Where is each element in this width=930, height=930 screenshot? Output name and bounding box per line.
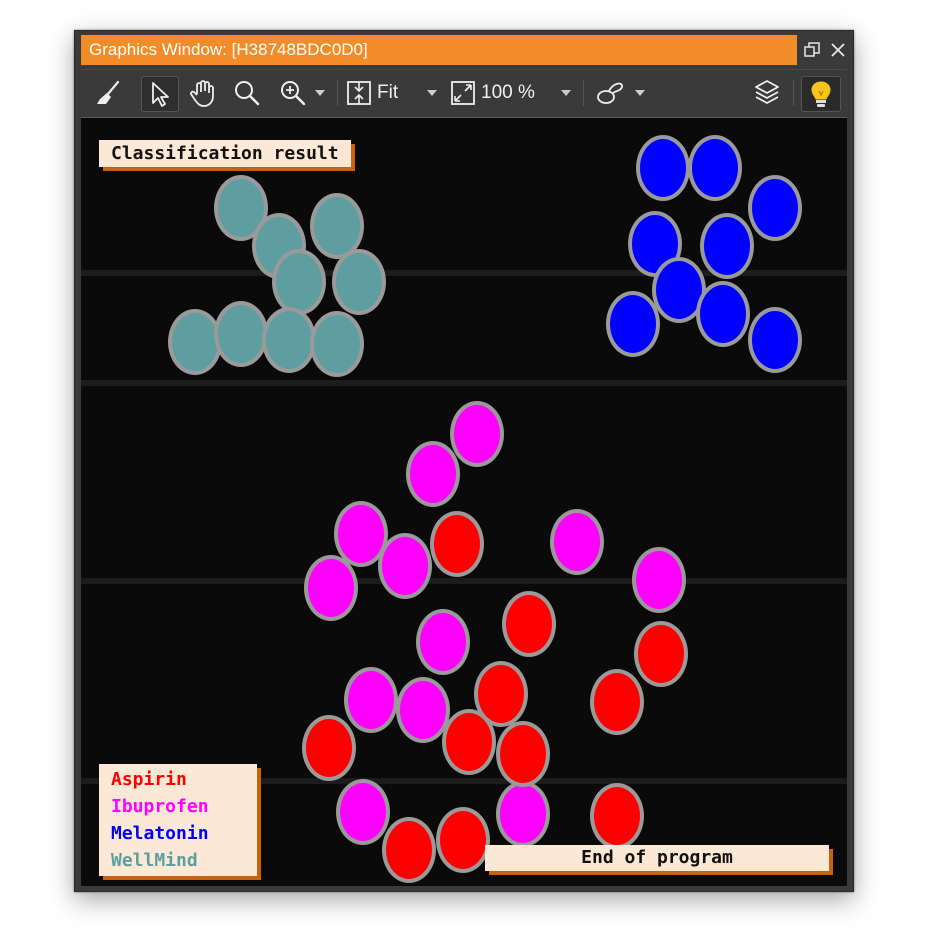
window-title: Graphics Window: [H38748BDC0D0] <box>89 40 368 59</box>
pill-wellmind <box>266 311 312 369</box>
lightbulb-icon[interactable] <box>801 76 841 112</box>
pill-melatonin <box>704 217 750 275</box>
pill-melatonin <box>610 295 656 353</box>
pill-melatonin <box>640 139 686 197</box>
restore-icon[interactable] <box>801 39 823 61</box>
pill-ibuprofen <box>636 551 682 609</box>
pill-melatonin <box>700 285 746 343</box>
pill-wellmind <box>314 315 360 373</box>
pill-aspirin <box>446 713 492 771</box>
pill-ibuprofen <box>420 613 466 671</box>
zoom-level-label: 100 % <box>481 82 535 103</box>
legend-melatonin: Melatonin <box>111 823 209 844</box>
pill-melatonin <box>692 139 738 197</box>
zoom-level-button[interactable]: 100 % <box>449 76 549 110</box>
fit-icon <box>347 81 371 105</box>
end-of-program-text: End of program <box>581 847 733 868</box>
fit-button[interactable]: Fit <box>345 76 415 110</box>
pill-wellmind <box>218 305 264 363</box>
graphics-window: Graphics Window: [H38748BDC0D0] Fit 100 … <box>74 30 854 892</box>
legend-wellmind: WellMind <box>111 850 198 871</box>
zoom-in-icon[interactable] <box>275 76 311 110</box>
toolbar: Fit 100 % <box>81 69 847 116</box>
pill-aspirin <box>594 787 640 845</box>
pill-aspirin <box>440 811 486 869</box>
title-bar[interactable]: Graphics Window: [H38748BDC0D0] <box>81 35 847 65</box>
actual-size-icon <box>451 81 475 105</box>
pill-ibuprofen <box>400 681 446 739</box>
pill-ibuprofen <box>410 445 456 503</box>
legend: Aspirin Ibuprofen Melatonin WellMind <box>99 764 257 876</box>
pan-hand-icon[interactable] <box>185 76 221 110</box>
pill-ibuprofen <box>348 671 394 729</box>
pill-ibuprofen <box>338 505 384 563</box>
pill-ibuprofen <box>554 513 600 571</box>
pointer-select-icon[interactable] <box>141 76 179 112</box>
pill-ibuprofen <box>308 559 354 617</box>
title-accent: Graphics Window: [H38748BDC0D0] <box>81 35 797 65</box>
pill-aspirin <box>506 595 552 653</box>
pill-aspirin <box>478 665 524 723</box>
toolbar-separator <box>583 80 584 106</box>
clear-broom-icon[interactable] <box>91 76 125 110</box>
pill-wellmind <box>336 253 382 311</box>
pill-ibuprofen <box>454 405 500 463</box>
zoom-dropdown-chevron-icon[interactable] <box>311 76 329 110</box>
toolbar-separator <box>337 80 338 106</box>
pill-wellmind <box>276 253 322 311</box>
legend-aspirin: Aspirin <box>111 769 187 790</box>
pill-aspirin <box>386 821 432 879</box>
pill-ibuprofen <box>382 537 428 595</box>
pill-aspirin <box>434 515 480 573</box>
pill-aspirin <box>500 725 546 783</box>
magnifier-icon[interactable] <box>229 76 265 110</box>
end-of-program-label: End of program <box>485 845 829 871</box>
region-draw-icon[interactable] <box>593 76 629 110</box>
classification-result-text: Classification result <box>111 143 339 164</box>
toolbar-separator <box>793 80 794 106</box>
pill-aspirin <box>638 625 684 683</box>
zoom-level-dropdown-chevron-icon[interactable] <box>557 76 575 110</box>
fit-label: Fit <box>377 82 399 103</box>
region-dropdown-chevron-icon[interactable] <box>631 76 649 110</box>
pill-aspirin <box>594 673 640 731</box>
pill-wellmind <box>172 313 218 371</box>
pill-melatonin <box>656 261 702 319</box>
pill-melatonin <box>752 179 798 237</box>
fit-dropdown-chevron-icon[interactable] <box>423 76 441 110</box>
pill-wellmind <box>314 197 360 255</box>
close-icon[interactable] <box>827 39 849 61</box>
pill-aspirin <box>306 719 352 777</box>
pill-melatonin <box>752 311 798 369</box>
pill-ibuprofen <box>340 783 386 841</box>
layers-icon[interactable] <box>749 76 785 110</box>
legend-ibuprofen: Ibuprofen <box>111 796 209 817</box>
image-canvas[interactable]: Classification result Aspirin Ibuprofen … <box>81 117 847 886</box>
pill-ibuprofen <box>500 785 546 843</box>
classification-result-label: Classification result <box>99 140 351 167</box>
